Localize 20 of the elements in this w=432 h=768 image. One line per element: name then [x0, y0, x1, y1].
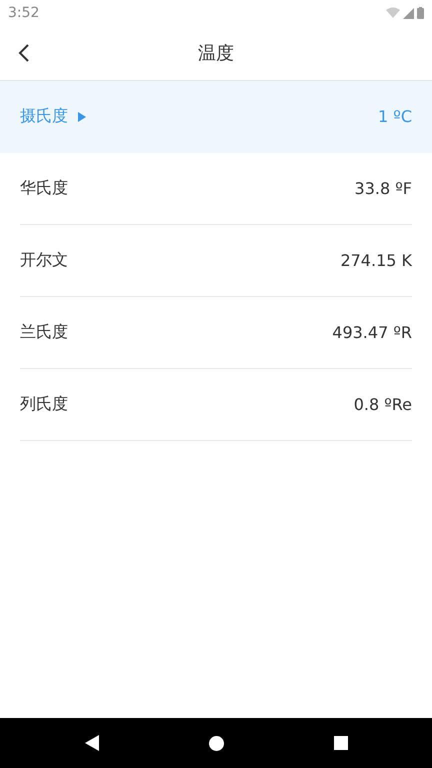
unit-name: 兰氏度 [20, 322, 68, 343]
play-icon [78, 112, 86, 122]
unit-name: 摄氏度 [20, 106, 68, 127]
unit-name: 列氏度 [20, 394, 68, 415]
unit-value: 0.8 ºRe [354, 395, 412, 414]
unit-value: 274.15 K [340, 251, 412, 270]
unit-name: 开尔文 [20, 250, 68, 271]
back-nav-icon[interactable] [84, 735, 98, 751]
page-title: 温度 [198, 42, 234, 65]
unit-name: 华氏度 [20, 178, 68, 199]
battery-icon [417, 7, 424, 19]
unit-value: 1 ºC [378, 107, 412, 126]
wifi-icon [386, 7, 400, 19]
unit-value: 493.47 ºR [332, 323, 412, 342]
recents-nav-icon[interactable] [334, 736, 348, 750]
unit-value: 33.8 ºF [354, 179, 412, 198]
home-nav-icon[interactable] [208, 736, 224, 750]
status-time: 3:52 [8, 5, 40, 21]
back-icon[interactable] [18, 43, 30, 63]
signal-icon [403, 8, 414, 18]
